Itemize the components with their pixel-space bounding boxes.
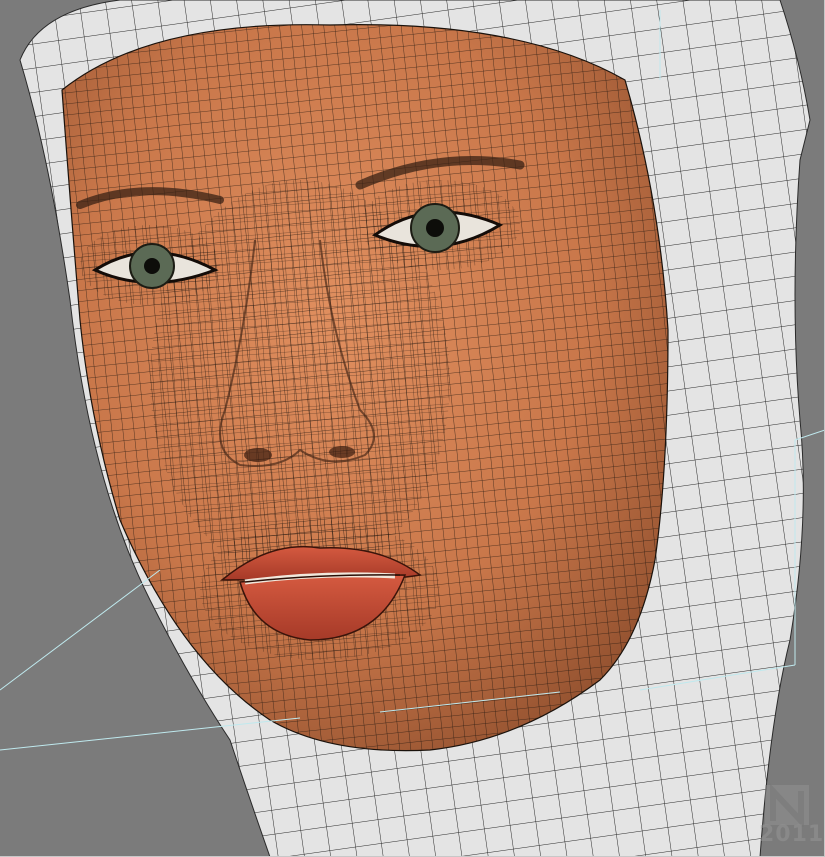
n-logo-icon (765, 783, 809, 829)
head-mesh-render (0, 0, 825, 857)
3d-viewport[interactable]: 2011 (0, 0, 825, 857)
watermark-year: 2011 (759, 822, 825, 847)
watermark: 2011 (759, 783, 825, 847)
